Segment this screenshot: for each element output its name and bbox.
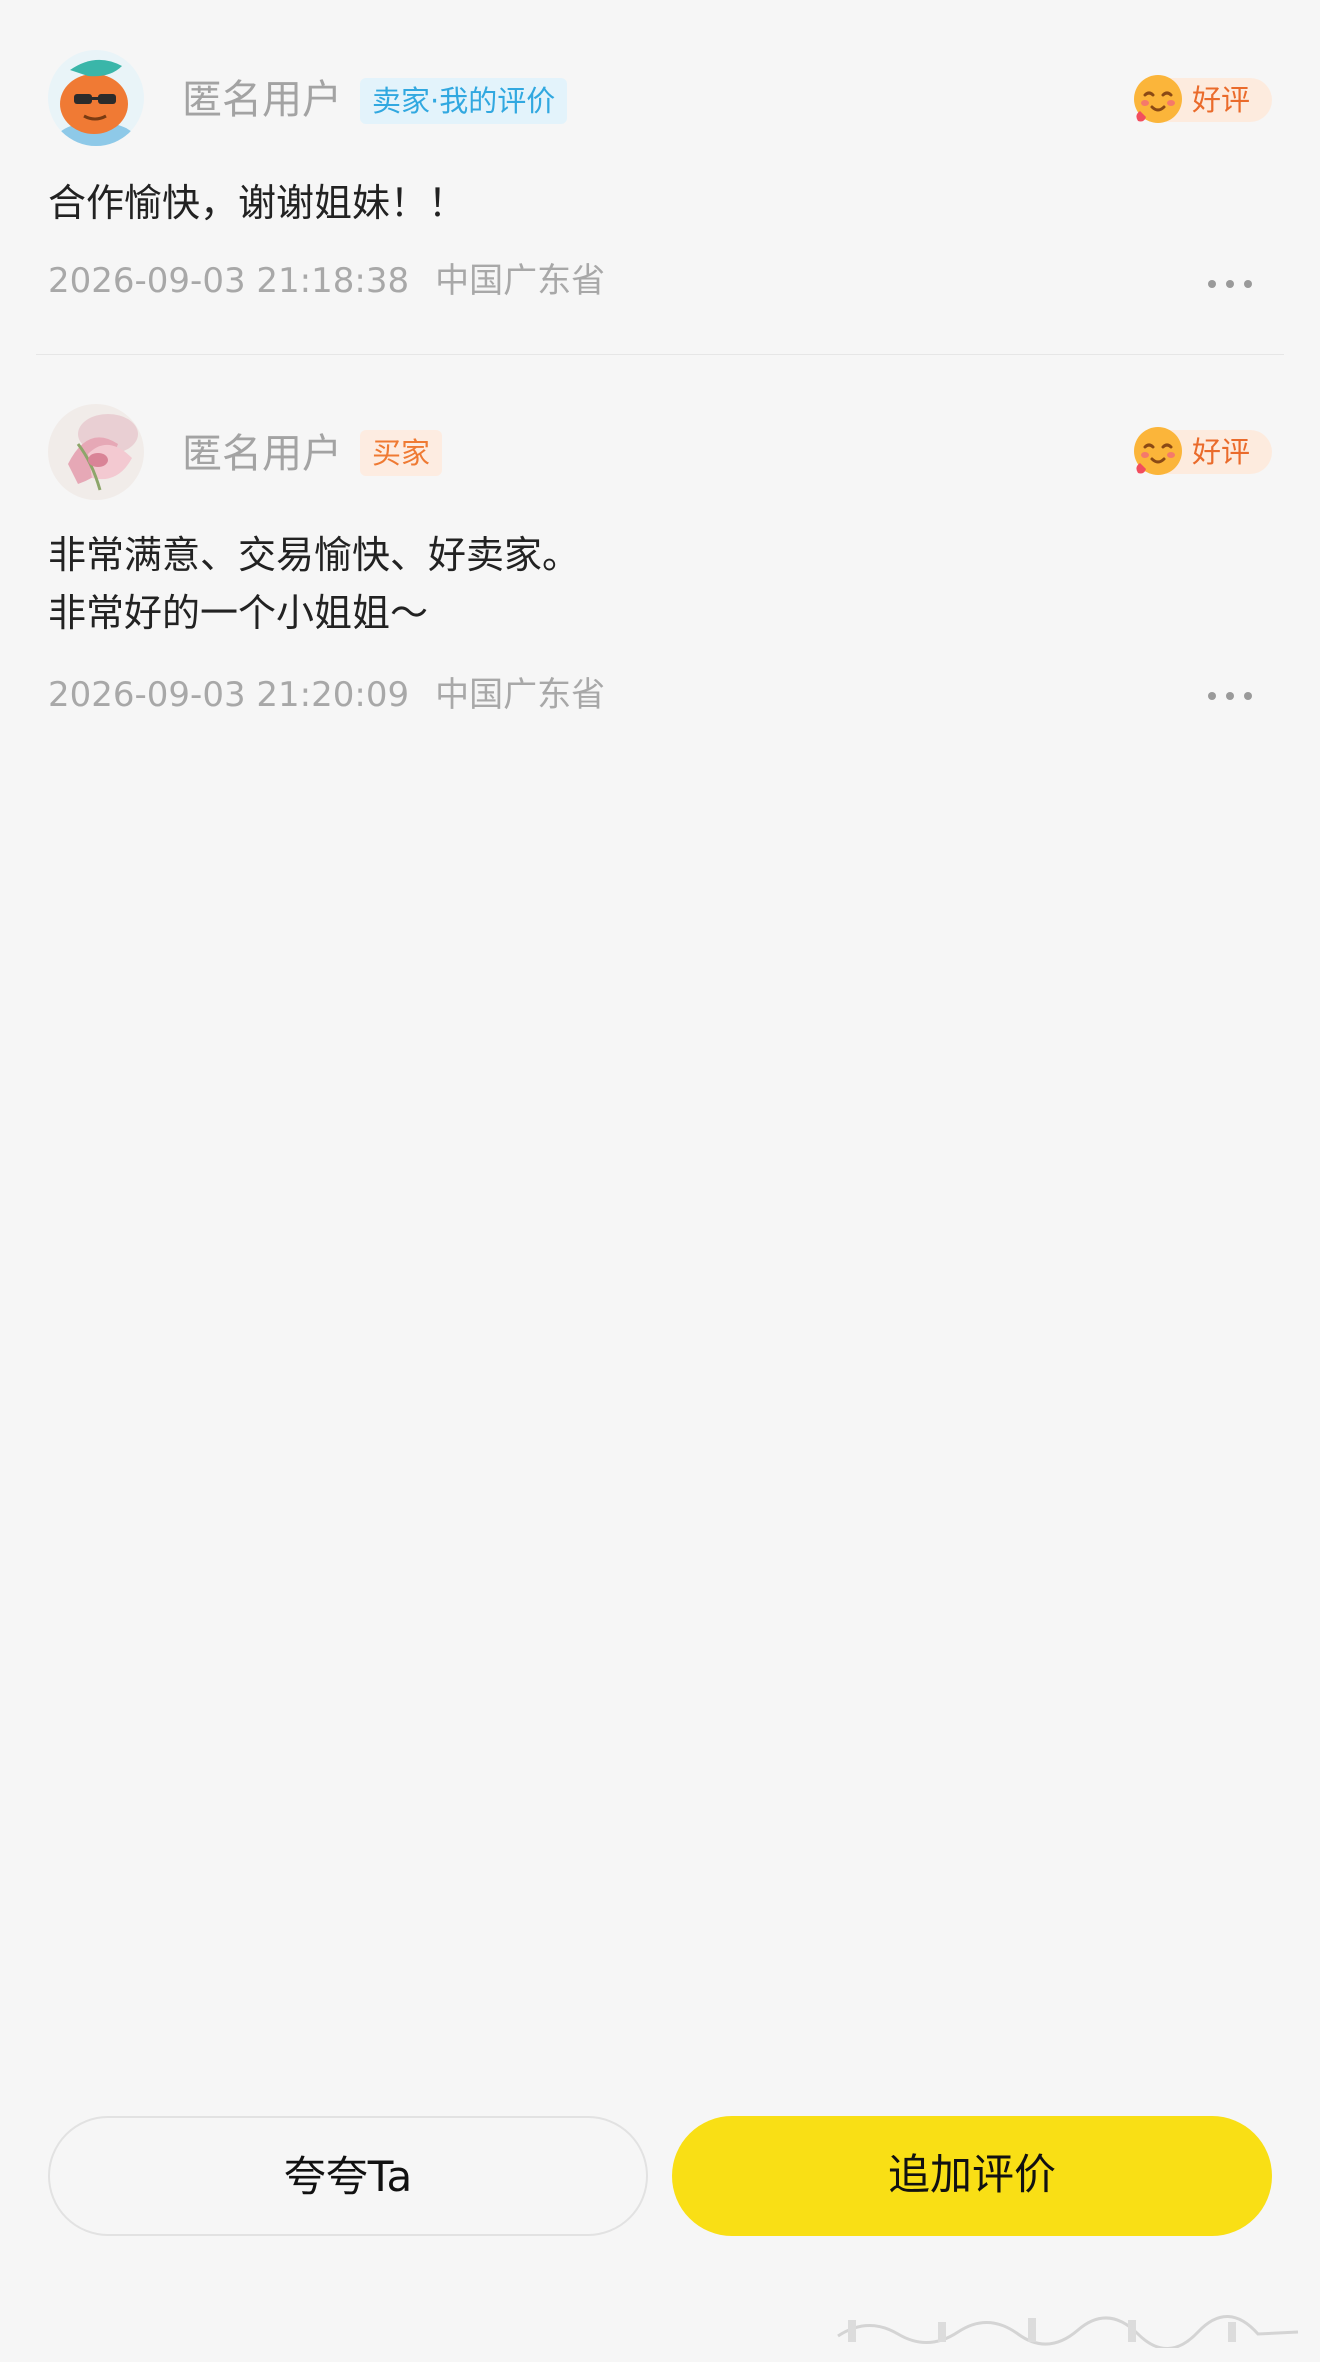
rating-badge: 好评 — [1130, 427, 1272, 476]
rating-label: 好评 — [1192, 83, 1251, 117]
rating-badge: 好评 — [1130, 75, 1272, 124]
more-icon — [1208, 280, 1252, 288]
location: 中国广东省 — [435, 261, 606, 301]
avatar[interactable] — [48, 50, 144, 146]
review-meta: 2026-09-03 21:18:38 中国广东省 — [48, 258, 605, 304]
review-content: 合作愉快，谢谢姐妹！！ — [48, 174, 466, 232]
divider — [36, 354, 1284, 355]
review-meta: 2026-09-03 21:20:09 中国广东省 — [48, 672, 605, 718]
more-icon — [1208, 692, 1252, 700]
timestamp: 2026-09-03 21:20:09 — [48, 675, 410, 715]
rating-label: 好评 — [1192, 435, 1251, 469]
flower-avatar-icon — [48, 404, 144, 500]
review-content: 非常满意、交易愉快、好卖家。 非常好的一个小姐姐～ — [48, 526, 580, 642]
timestamp: 2026-09-03 21:18:38 — [48, 261, 410, 301]
avatar[interactable] — [48, 404, 144, 500]
add-review-button[interactable]: 追加评价 — [672, 2116, 1272, 2236]
praise-button[interactable]: 夸夸Ta — [48, 2116, 648, 2236]
cartoon-avatar-icon — [48, 50, 144, 146]
role-tag: 买家 — [360, 430, 443, 476]
review-content-line: 非常好的一个小姐姐～ — [48, 591, 429, 635]
username: 匿名用户 — [182, 431, 342, 477]
watermark — [828, 2308, 1308, 2348]
smile-emoji-icon — [1130, 71, 1186, 127]
role-tag: 卖家·我的评价 — [360, 78, 568, 124]
location: 中国广东省 — [435, 675, 606, 715]
review-content-line: 非常满意、交易愉快、好卖家。 — [48, 533, 581, 577]
review-content-line: 合作愉快，谢谢姐妹！！ — [48, 181, 467, 225]
smile-emoji-icon — [1130, 423, 1186, 479]
more-options-button[interactable] — [1204, 274, 1256, 294]
username: 匿名用户 — [182, 77, 342, 123]
more-options-button[interactable] — [1204, 686, 1256, 706]
